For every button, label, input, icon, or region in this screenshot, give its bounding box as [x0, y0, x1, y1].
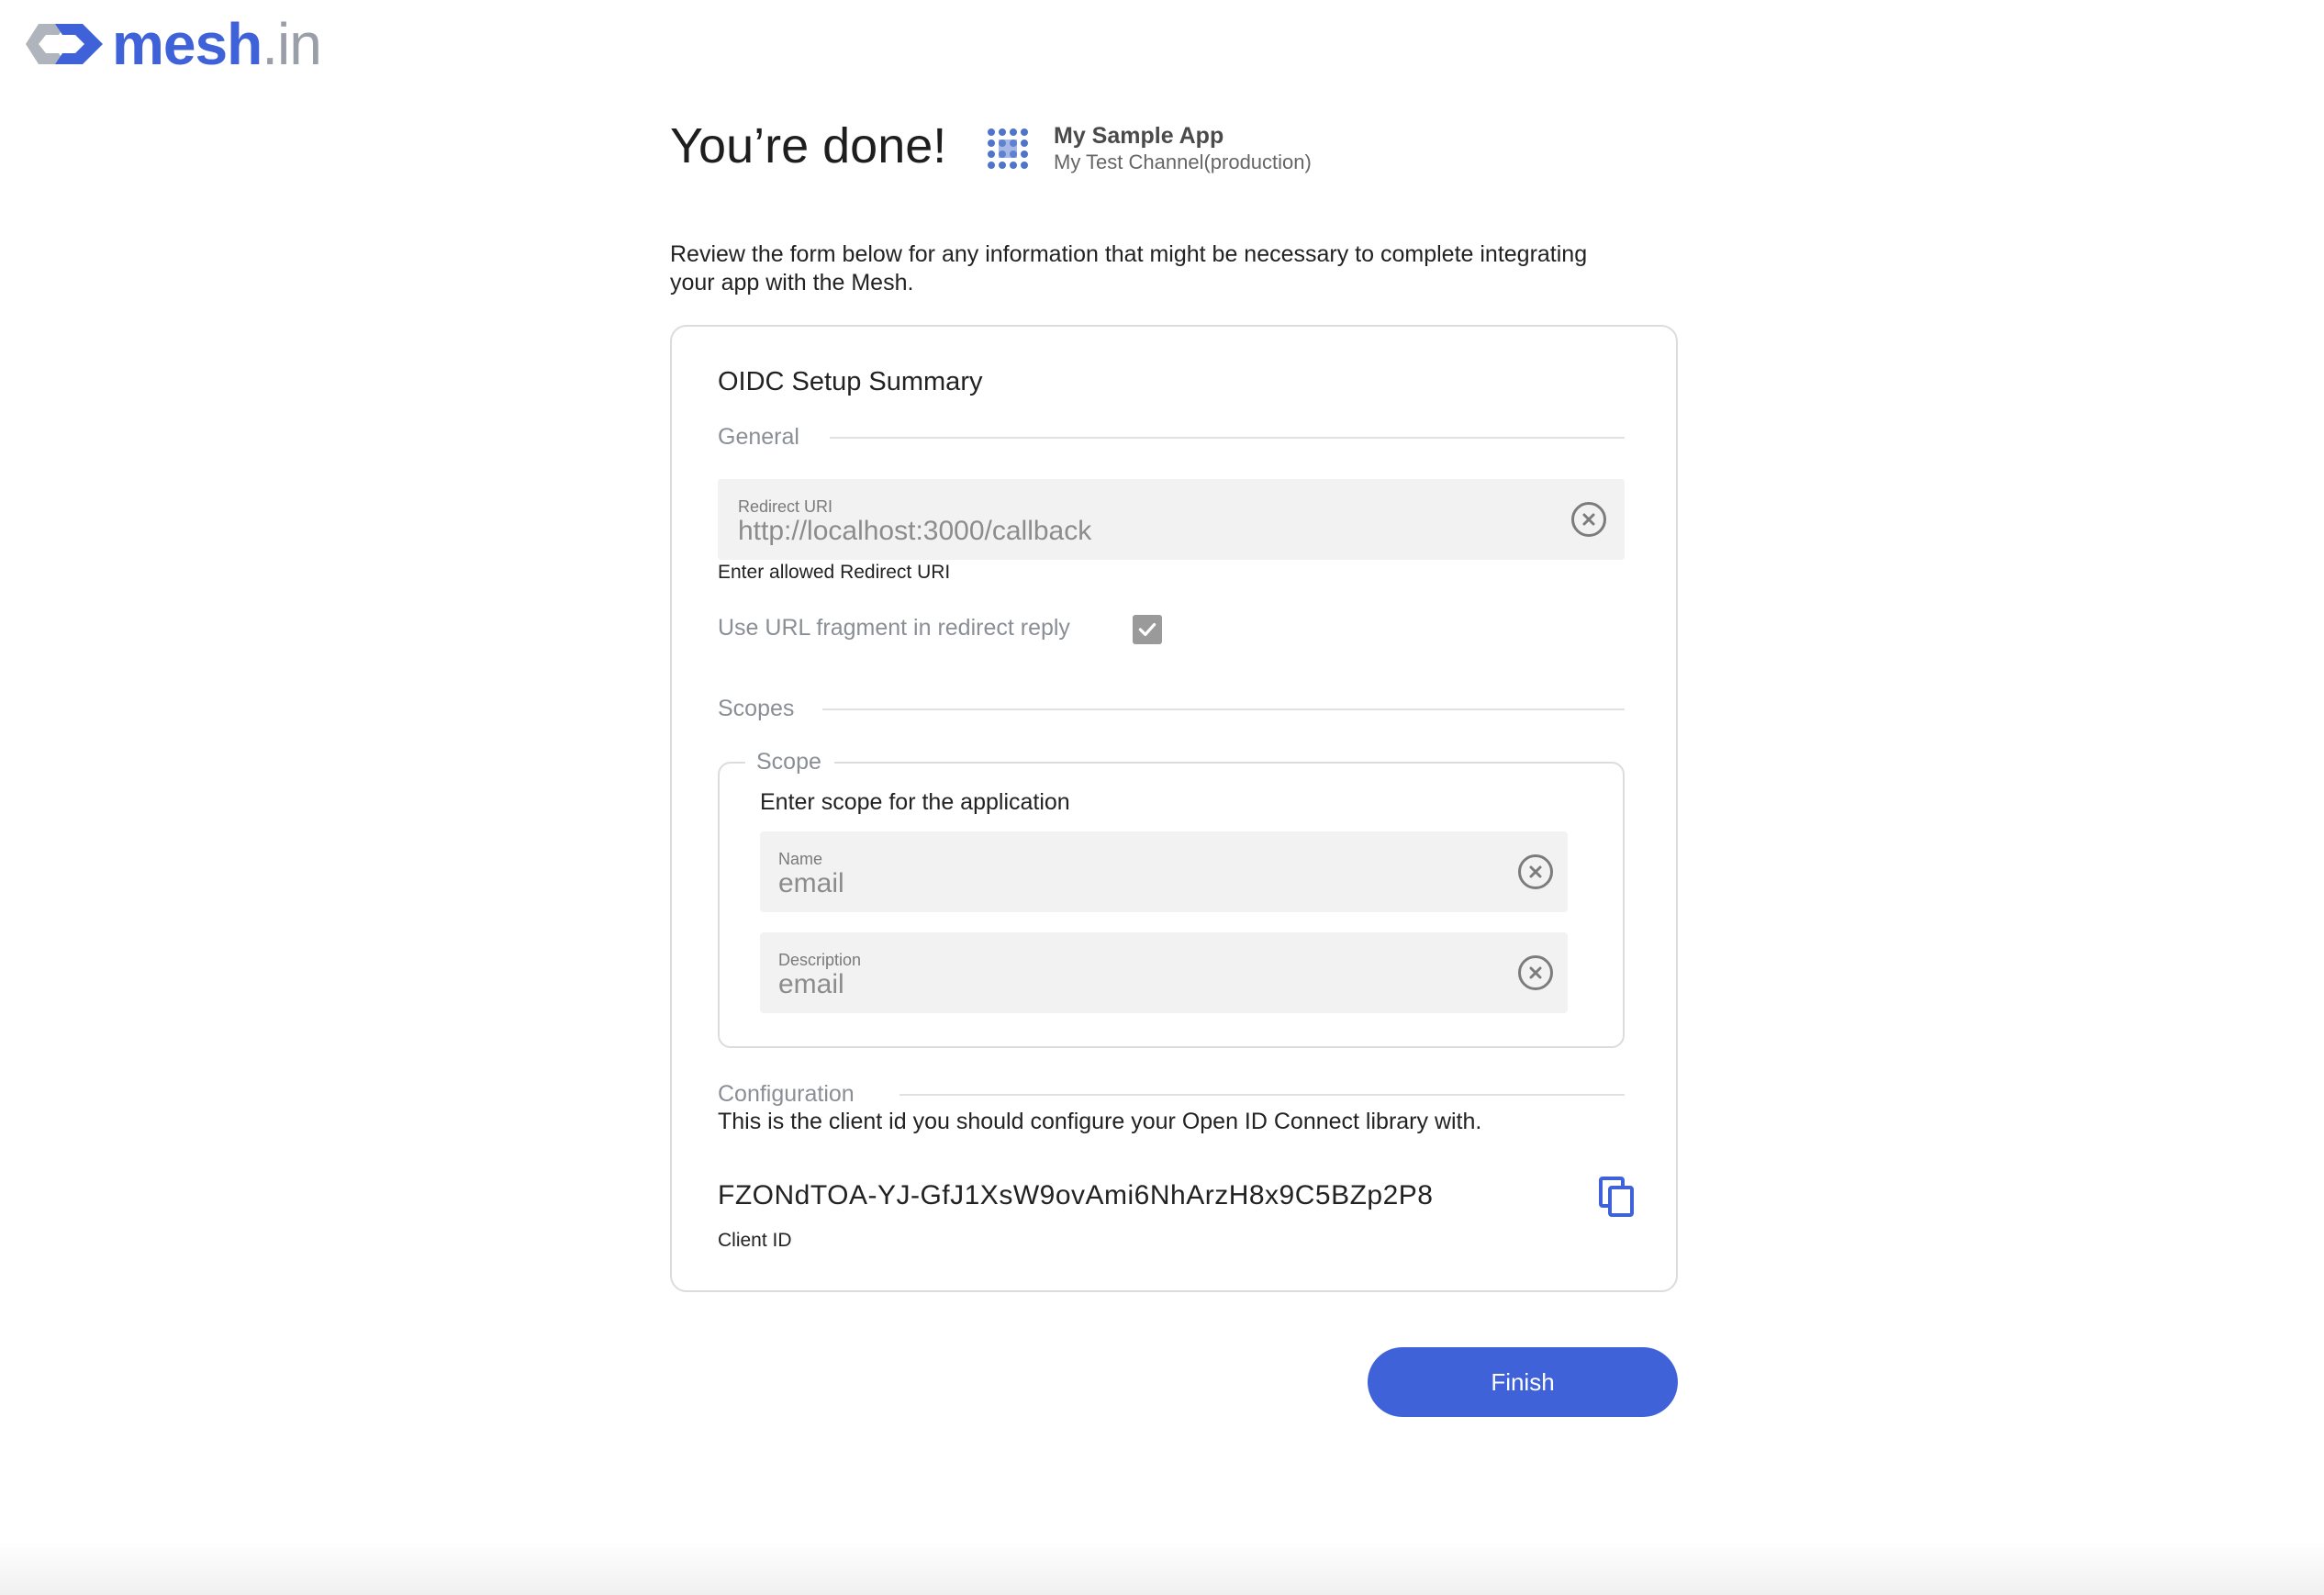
clear-icon[interactable] — [1518, 854, 1553, 889]
close-icon — [1582, 513, 1595, 526]
close-icon — [1529, 966, 1542, 979]
configuration-text: This is the client id you should configu… — [718, 1109, 1482, 1134]
scope-legend: Scope — [745, 749, 834, 775]
clear-icon[interactable] — [1571, 502, 1606, 537]
configuration-section-label: Configuration — [718, 1081, 855, 1107]
scope-description-field[interactable]: Description email — [760, 932, 1568, 1013]
check-icon — [1138, 622, 1156, 637]
scope-description-label: Description — [778, 951, 862, 969]
mesh-logo[interactable]: mesh.in — [22, 11, 322, 77]
intro-text: Review the form below for any informatio… — [670, 241, 1588, 296]
url-fragment-checkbox[interactable] — [1133, 615, 1162, 644]
scope-hint: Enter scope for the application — [760, 789, 1070, 815]
clear-icon[interactable] — [1518, 955, 1553, 990]
scope-name-label: Name — [778, 850, 823, 868]
close-icon — [1529, 865, 1542, 878]
copy-icon[interactable] — [1597, 1177, 1636, 1217]
app-channel: My Test Channel(production) — [1054, 151, 1312, 173]
scope-description-value[interactable]: email — [778, 969, 844, 1000]
client-id-value[interactable]: FZONdTOA-YJ-GfJ1XsW9ovAmi6NhArzH8x9C5BZp… — [718, 1180, 1433, 1211]
redirect-uri-label: Redirect URI — [738, 497, 833, 516]
redirect-uri-helper: Enter allowed Redirect URI — [718, 562, 951, 583]
general-section-label: General — [718, 424, 799, 450]
url-fragment-label: Use URL fragment in redirect reply — [718, 615, 1070, 641]
grid-dots-icon — [988, 128, 1028, 169]
client-id-label: Client ID — [718, 1230, 792, 1251]
app-name: My Sample App — [1054, 123, 1224, 149]
scopes-section-label: Scopes — [718, 696, 795, 721]
logo-text: mesh.in — [112, 11, 322, 77]
divider — [822, 708, 1625, 710]
divider — [899, 1094, 1625, 1096]
scope-name-field[interactable]: Name email — [760, 831, 1568, 912]
scope-name-value[interactable]: email — [778, 868, 844, 899]
finish-button[interactable]: Finish — [1368, 1347, 1678, 1417]
card-title: OIDC Setup Summary — [718, 367, 983, 396]
page-title: You’re done! — [670, 118, 947, 173]
page-footer-shade — [0, 1542, 2324, 1595]
redirect-uri-value[interactable]: http://localhost:3000/callback — [738, 516, 1091, 547]
mesh-logo-icon — [26, 24, 103, 64]
divider — [830, 437, 1625, 439]
redirect-uri-field[interactable]: Redirect URI http://localhost:3000/callb… — [718, 479, 1625, 560]
